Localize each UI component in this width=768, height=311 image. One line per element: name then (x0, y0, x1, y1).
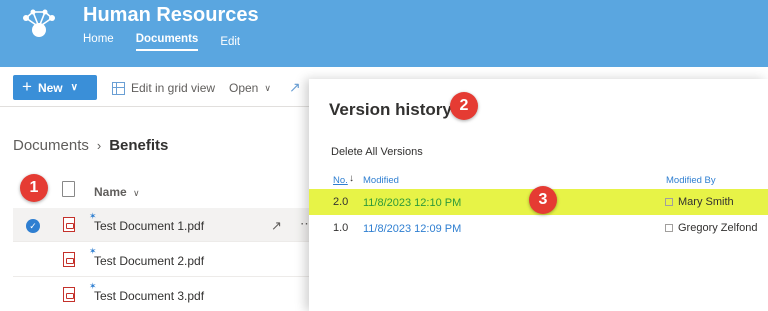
open-label: Open (229, 81, 259, 95)
list-item[interactable]: ✶ Test Document 3.pdf (13, 278, 310, 311)
open-button[interactable]: Open ∨ (229, 81, 271, 95)
share-icon[interactable]: ↗ (271, 218, 282, 234)
share-icon[interactable]: ↗ (289, 79, 301, 96)
site-title[interactable]: Human Resources (83, 4, 259, 27)
site-header: Human Resources Home Documents Edit (0, 0, 768, 67)
pdf-file-icon (63, 287, 75, 302)
grid-icon (112, 81, 125, 95)
user-presence-icon (665, 198, 673, 206)
modified-by-header[interactable]: Modified By (666, 175, 716, 186)
checkmark-icon[interactable]: ✓ (26, 219, 40, 233)
callout-1: 1 (20, 174, 48, 202)
site-nav: Home Documents Edit (83, 33, 262, 51)
file-name[interactable]: Test Document 1.pdf (94, 219, 204, 233)
version-date-link[interactable]: 11/8/2023 12:10 PM (363, 197, 461, 209)
version-date-link[interactable]: 11/8/2023 12:09 PM (363, 223, 461, 235)
version-number-header[interactable]: No. (333, 175, 348, 186)
sort-arrow-icon: ↓ (349, 173, 354, 184)
network-logo-icon[interactable] (16, 4, 62, 50)
new-button-label: New (37, 80, 63, 95)
breadcrumb-root[interactable]: Documents (13, 137, 89, 154)
nav-documents[interactable]: Documents (135, 33, 199, 51)
delete-all-versions-link[interactable]: Delete All Versions (331, 146, 423, 158)
new-button[interactable]: + New ∨ (13, 75, 97, 100)
pdf-file-icon (63, 217, 75, 232)
nav-edit[interactable]: Edit (220, 36, 240, 51)
breadcrumb: Documents › Benefits (13, 137, 168, 154)
plus-icon: + (22, 76, 32, 96)
file-name[interactable]: Test Document 2.pdf (94, 254, 204, 268)
chevron-right-icon: › (96, 138, 102, 153)
modified-header[interactable]: Modified (363, 175, 399, 186)
pdf-file-icon (63, 252, 75, 267)
name-column-label: Name (94, 185, 127, 199)
edit-grid-view-label: Edit in grid view (131, 81, 216, 95)
callout-2: 2 (450, 92, 478, 120)
list-item[interactable]: ✶ Test Document 2.pdf (13, 243, 310, 277)
version-author[interactable]: Mary Smith (678, 196, 734, 208)
file-type-icon[interactable] (62, 181, 75, 197)
breadcrumb-current: Benefits (109, 137, 169, 154)
version-number: 1.0 (333, 222, 349, 234)
version-number: 2.0 (333, 196, 349, 208)
nav-home[interactable]: Home (83, 33, 114, 51)
name-column-header[interactable]: Name ∨ (94, 185, 140, 199)
list-item[interactable]: ✓ ✶ Test Document 1.pdf ↗ ⋯ (13, 208, 313, 242)
version-row: 1.0 11/8/2023 12:09 PM Gregory Zelfond (309, 215, 768, 241)
chevron-down-icon: ∨ (70, 82, 78, 93)
callout-3: 3 (529, 186, 557, 214)
edit-grid-view-button[interactable]: Edit in grid view (112, 81, 215, 95)
file-name[interactable]: Test Document 3.pdf (94, 289, 204, 303)
chevron-down-icon: ∨ (133, 188, 140, 198)
panel-title: Version history (329, 100, 452, 119)
user-presence-icon (665, 224, 673, 232)
chevron-down-icon: ∨ (264, 82, 271, 93)
version-author[interactable]: Gregory Zelfond (678, 222, 757, 234)
